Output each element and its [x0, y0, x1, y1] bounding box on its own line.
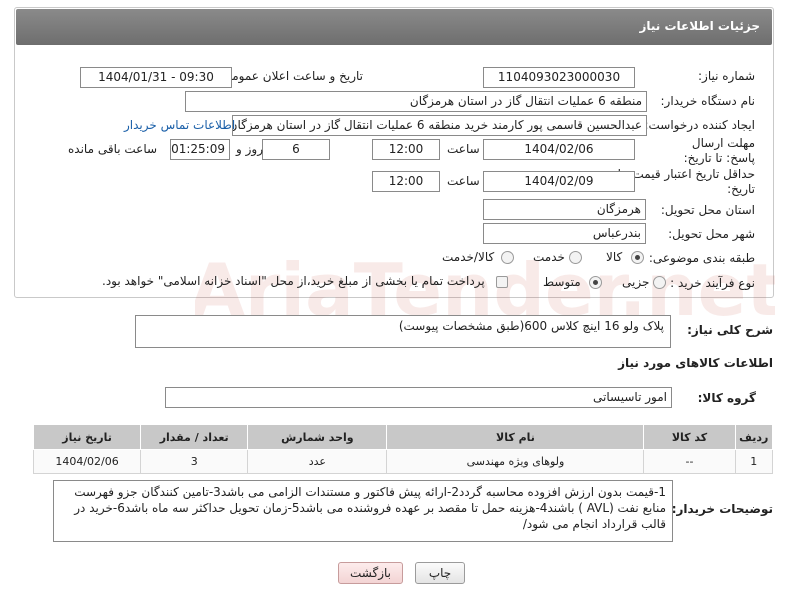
process-label: نوع فرآیند خرید :	[670, 276, 755, 290]
process-minor-label: جزیی	[622, 275, 650, 289]
announce-field: 1404/01/31 - 09:30	[80, 67, 232, 88]
price-time-label: ساعت	[447, 174, 480, 188]
creator-label: ایجاد کننده درخواست:	[644, 118, 755, 132]
announce-label: تاریخ و ساعت اعلان عمومی:	[218, 69, 363, 83]
creator-field: عبدالحسین قاسمی پور کارمند خرید منطقه 6 …	[232, 115, 647, 136]
col-qty: تعداد / مقدار	[140, 424, 249, 450]
category-service-label: خدمت	[533, 250, 565, 264]
category-goods-label: کالا	[606, 250, 623, 264]
category-service-radio[interactable]	[569, 251, 582, 264]
summary-label: شرح کلی نیاز:	[687, 323, 773, 337]
buyer-field: منطقه 6 عملیات انتقال گاز در استان هرمزگ…	[185, 91, 647, 112]
price-time-field: 12:00	[372, 171, 440, 192]
cell-name: ولوهای ویژه مهندسی	[386, 449, 645, 474]
days-label: روز و	[236, 142, 263, 156]
process-minor-radio[interactable]	[653, 276, 666, 289]
need-number-field: 1104093023000030	[483, 67, 635, 88]
panel-header: جزئیات اطلاعات نیاز	[16, 9, 772, 45]
process-medium-radio[interactable]	[589, 276, 602, 289]
back-button[interactable]: بازگشت	[338, 562, 403, 584]
goods-group-field: امور تاسیساتی	[165, 387, 672, 408]
goods-table: ردیف کد کالا نام کالا واحد شمارش تعداد /…	[32, 424, 774, 474]
time-remaining-field: 01:25:09	[170, 139, 230, 160]
col-row: ردیف	[734, 424, 774, 450]
reply-date-field: 1404/02/06	[483, 139, 635, 160]
category-goods-service-label: کالا/خدمت	[442, 250, 495, 264]
col-name: نام کالا	[386, 424, 645, 450]
category-label: طبقه بندی موضوعی:	[648, 251, 755, 265]
city-label: شهر محل تحویل:	[668, 227, 755, 241]
cell-date: 1404/02/06	[32, 449, 142, 474]
col-code: کد کالا	[643, 424, 736, 450]
print-button[interactable]: چاپ	[415, 562, 465, 584]
table-row: 1 -- ولوهای ویژه مهندسی عدد 3 1404/02/06	[32, 449, 774, 474]
buyer-notes-label: توضیحات خریدار:	[671, 502, 773, 516]
need-number-label: شماره نیاز:	[698, 69, 755, 83]
panel-title: جزئیات اطلاعات نیاز	[639, 19, 760, 33]
goods-section-title: اطلاعات کالاهای مورد نیاز	[618, 356, 773, 370]
goods-group-label: گروه کالا:	[697, 391, 756, 405]
time-remaining-label: ساعت باقی مانده	[68, 142, 158, 156]
col-date: تاریخ نیاز	[32, 424, 142, 450]
reply-time-label: ساعت	[447, 142, 480, 156]
process-medium-label: متوسط	[543, 275, 581, 289]
category-goods-radio[interactable]	[631, 251, 644, 264]
buyer-label: نام دستگاه خریدار:	[660, 94, 756, 108]
province-field: هرمزگان	[483, 199, 646, 220]
city-field: بندرعباس	[483, 223, 646, 244]
summary-field: پلاک ولو 16 اینچ کلاس 600(طبق مشخصات پیو…	[135, 315, 671, 348]
price-date-field: 1404/02/09	[483, 171, 635, 192]
col-unit: واحد شمارش	[247, 424, 388, 450]
cell-qty: 3	[140, 449, 249, 474]
category-goods-service-radio[interactable]	[501, 251, 514, 264]
treasury-payment-note: پرداخت تمام یا بخشی از مبلغ خرید،از محل …	[102, 274, 485, 288]
province-label: استان محل تحویل:	[660, 203, 755, 217]
treasury-payment-checkbox[interactable]	[496, 276, 508, 288]
cell-row: 1	[734, 449, 774, 474]
cell-unit: عدد	[247, 449, 388, 474]
buyer-contact-link[interactable]: اطلاعات تماس خریدار	[124, 118, 235, 132]
reply-time-field: 12:00	[372, 139, 440, 160]
days-remaining-field: 6	[262, 139, 330, 160]
buyer-notes-field: 1-قیمت بدون ارزش افزوده محاسبه گردد2-ارا…	[53, 480, 673, 542]
reply-deadline-label: مهلت ارسال پاسخ: تا تاریخ:	[683, 136, 755, 165]
cell-code: --	[643, 449, 736, 474]
goods-table-header: ردیف کد کالا نام کالا واحد شمارش تعداد /…	[32, 424, 774, 450]
